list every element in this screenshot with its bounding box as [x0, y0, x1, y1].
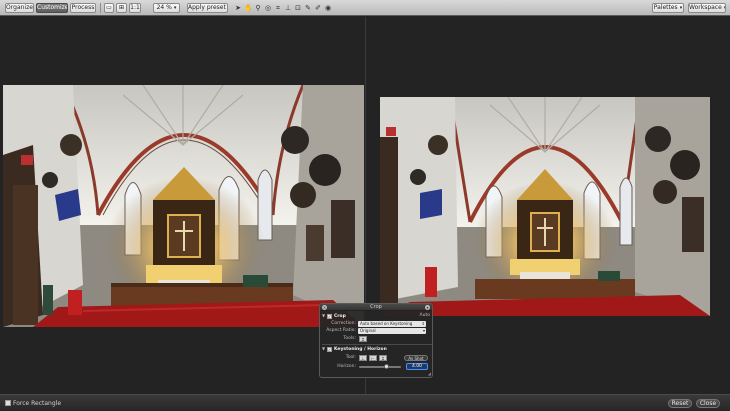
chevron-down-icon: ▾: [173, 5, 177, 11]
as-shot-button[interactable]: As Shot: [404, 354, 428, 361]
zoom-value: 24 %: [156, 4, 172, 11]
horizon-label: Horizon:: [337, 364, 356, 369]
grid-keystone-icon[interactable]: ⌗: [379, 354, 387, 361]
horizontal-keystone-icon[interactable]: ⊢: [369, 354, 377, 361]
zoom-tool-icon[interactable]: ⚲: [254, 3, 262, 13]
keystone-tool-icon[interactable]: ⊡: [294, 3, 302, 13]
workspace-label: Workspace: [689, 4, 722, 11]
keystone-section-label: Keystoning / Horizon: [334, 347, 387, 352]
crop-section-header: ▼ ✓ Crop Auto: [320, 312, 434, 319]
hand-tool-icon[interactable]: ✋: [244, 3, 253, 13]
workspace-select[interactable]: Workspace▾: [688, 3, 726, 13]
correction-label: Correction:: [331, 321, 356, 326]
correction-row: Correction: Auto based on Keystoning ⇕: [320, 320, 434, 327]
horizon-slider-knob[interactable]: [384, 364, 389, 369]
close-button[interactable]: Close: [696, 399, 720, 408]
corrected-photo[interactable]: [380, 97, 710, 316]
view-mode-icon[interactable]: ▭: [104, 3, 114, 13]
reset-button[interactable]: Reset: [668, 399, 692, 408]
original-photo[interactable]: [3, 85, 364, 327]
loupe-tool-icon[interactable]: ◎: [264, 3, 272, 13]
crop-hud-title: Crop: [370, 304, 382, 310]
horizon-slider[interactable]: [359, 366, 401, 368]
bottom-bar: Force Rectangle Reset Close: [0, 394, 730, 411]
color-picker-tool-icon[interactable]: ◉: [324, 3, 332, 13]
correction-select[interactable]: Auto based on Keystoning ⇕: [358, 320, 426, 327]
keystone-tool-row: Tool: ⊥ ⊢ ⌗ As Shot: [320, 354, 434, 361]
aspect-ratio-select[interactable]: Original ▾: [358, 327, 426, 334]
church-interior-image: [3, 85, 364, 327]
fit-view-icon[interactable]: ⊞: [116, 3, 127, 13]
chevron-down-icon: ▾: [422, 327, 425, 333]
chevron-down-icon: ▾: [724, 5, 725, 11]
apply-preset-select[interactable]: Apply preset▾: [187, 3, 228, 13]
customize-mode-button[interactable]: Customize: [36, 3, 68, 13]
main-toolbar: Organize Customize Process ▭ ⊞ 1:1 24 % ▾…: [0, 0, 730, 16]
aspect-ratio-value: Original: [360, 327, 376, 333]
crop-hud-titlebar[interactable]: × Crop ▾: [320, 304, 432, 311]
chevron-down-icon: ▾: [679, 5, 683, 11]
vertical-keystone-icon[interactable]: ⊥: [359, 354, 367, 361]
crop-auto-label: Auto: [419, 313, 430, 318]
correction-value: Auto based on Keystoning: [360, 320, 413, 326]
close-icon[interactable]: ×: [322, 305, 327, 310]
toolbar-separator: [100, 3, 101, 13]
crop-tool-icon[interactable]: ⌗: [274, 3, 282, 13]
crop-section-label: Crop: [334, 314, 346, 319]
straighten-tool-icon[interactable]: ⊥: [284, 3, 292, 13]
organize-mode-button[interactable]: Organize: [5, 3, 34, 13]
force-rectangle-label: Force Rectangle: [13, 400, 62, 407]
zoom-select[interactable]: 24 % ▾: [153, 3, 180, 13]
chevron-down-icon: ⇕: [421, 320, 425, 326]
process-mode-button[interactable]: Process: [70, 3, 96, 13]
image-viewer: × Crop ▾ ▼ ✓ Crop Auto Correction: Auto ba…: [0, 17, 730, 394]
spot-removal-tool-icon[interactable]: ✎: [304, 3, 312, 13]
palettes-label: Palettes: [653, 4, 678, 11]
keystone-enable-checkbox[interactable]: ✓: [327, 347, 332, 352]
apply-preset-label: Apply preset: [188, 4, 226, 11]
menu-icon[interactable]: ▾: [425, 305, 430, 310]
tool-label: Tool:: [345, 355, 356, 360]
crop-tools-row: Tools: ⌗: [320, 335, 434, 342]
force-rectangle-checkbox[interactable]: [5, 400, 11, 406]
palettes-select[interactable]: Palettes ▾: [652, 3, 684, 13]
aspect-ratio-row: Aspect Ratio: Original ▾: [320, 327, 434, 334]
aspect-ratio-label: Aspect Ratio:: [326, 328, 356, 333]
pointer-tool-icon[interactable]: ➤: [234, 3, 242, 13]
crop-tool-icon[interactable]: ⌗: [359, 335, 367, 342]
force-rectangle-option[interactable]: Force Rectangle: [5, 400, 61, 407]
crop-hud: × Crop ▾ ▼ ✓ Crop Auto Correction: Auto ba…: [319, 303, 433, 378]
keystone-section-header: ▼ ✓ Keystoning / Horizon: [320, 345, 434, 352]
white-balance-tool-icon[interactable]: ✐: [314, 3, 322, 13]
actual-size-button[interactable]: 1:1: [129, 3, 141, 13]
resize-grip-icon[interactable]: ◢: [428, 371, 431, 376]
horizon-value-field[interactable]: 4.00: [406, 363, 428, 370]
horizon-row: Horizon: 4.00: [320, 363, 434, 370]
crop-enable-checkbox[interactable]: ✓: [327, 314, 332, 319]
tools-label: Tools:: [343, 336, 356, 341]
church-interior-corrected-image: [380, 97, 710, 316]
